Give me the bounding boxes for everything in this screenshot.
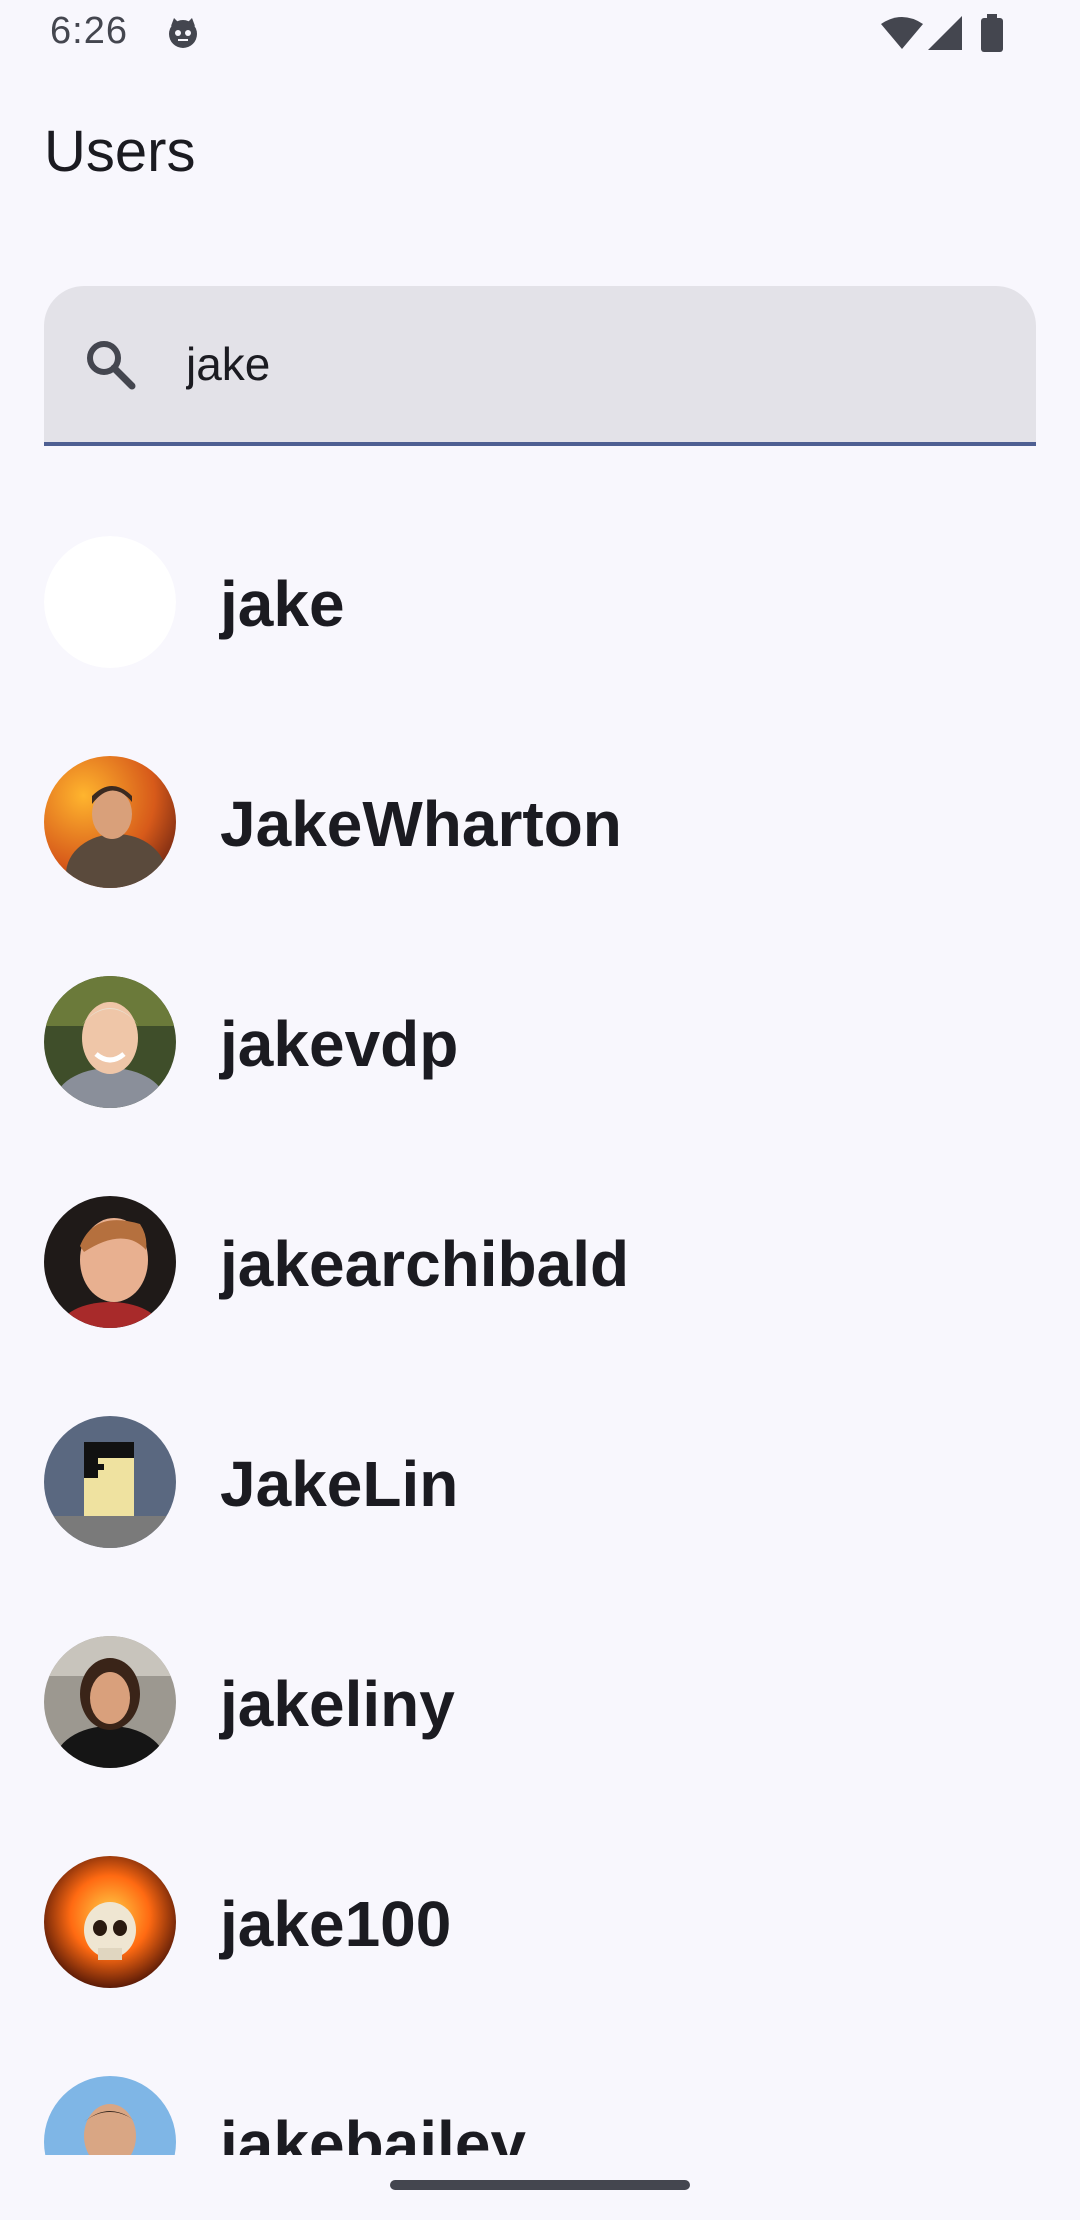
username-label: jakebailey [220, 2108, 526, 2155]
avatar [44, 2076, 176, 2155]
search-icon [80, 334, 140, 394]
user-row[interactable]: jakevdp [0, 920, 1080, 1108]
blank-avatar-icon [44, 536, 176, 668]
avatar [44, 756, 176, 888]
avatar [44, 536, 176, 668]
user-list[interactable]: jake JakeWharton jakevdp jakearchibald J… [0, 480, 1080, 2155]
username-label: jakeliny [220, 1668, 455, 1740]
person-photo-icon [44, 2076, 176, 2155]
battery-icon [980, 14, 1004, 52]
user-row[interactable]: jake [0, 480, 1080, 668]
person-photo-icon [44, 756, 176, 888]
avatar [44, 976, 176, 1108]
username-label: jakevdp [220, 1008, 459, 1080]
user-row[interactable]: jake100 [0, 1800, 1080, 1988]
status-bar: 6:26 [0, 0, 1080, 66]
flaming-skull-icon [44, 1856, 176, 1988]
username-label: jake [220, 568, 345, 640]
wifi-icon [880, 16, 924, 50]
avatar [44, 1856, 176, 1988]
user-row[interactable]: JakeLin [0, 1360, 1080, 1548]
person-photo-icon [44, 1196, 176, 1328]
search-input[interactable] [186, 328, 986, 400]
pixel-art-avatar-icon [44, 1416, 176, 1548]
user-row[interactable]: jakeliny [0, 1580, 1080, 1768]
status-time: 6:26 [50, 10, 128, 52]
avatar [44, 1416, 176, 1548]
username-label: jake100 [220, 1888, 452, 1960]
cell-signal-icon [928, 16, 962, 50]
avatar [44, 1636, 176, 1768]
username-label: JakeLin [220, 1448, 459, 1520]
user-row[interactable]: jakebailey [0, 2020, 1080, 2155]
username-label: jakearchibald [220, 1228, 630, 1300]
search-field[interactable] [44, 286, 1036, 446]
home-indicator[interactable] [390, 2180, 690, 2190]
username-label: JakeWharton [220, 788, 622, 860]
android-cat-icon [166, 16, 200, 50]
person-photo-icon [44, 976, 176, 1108]
page-title: Users [44, 119, 196, 184]
user-row[interactable]: JakeWharton [0, 700, 1080, 888]
avatar [44, 1196, 176, 1328]
person-photo-icon [44, 1636, 176, 1768]
app-screen: 6:26 Users jake jake JakeWharton jakevdp… [0, 0, 1080, 2220]
user-row[interactable]: jakearchibald [0, 1140, 1080, 1328]
